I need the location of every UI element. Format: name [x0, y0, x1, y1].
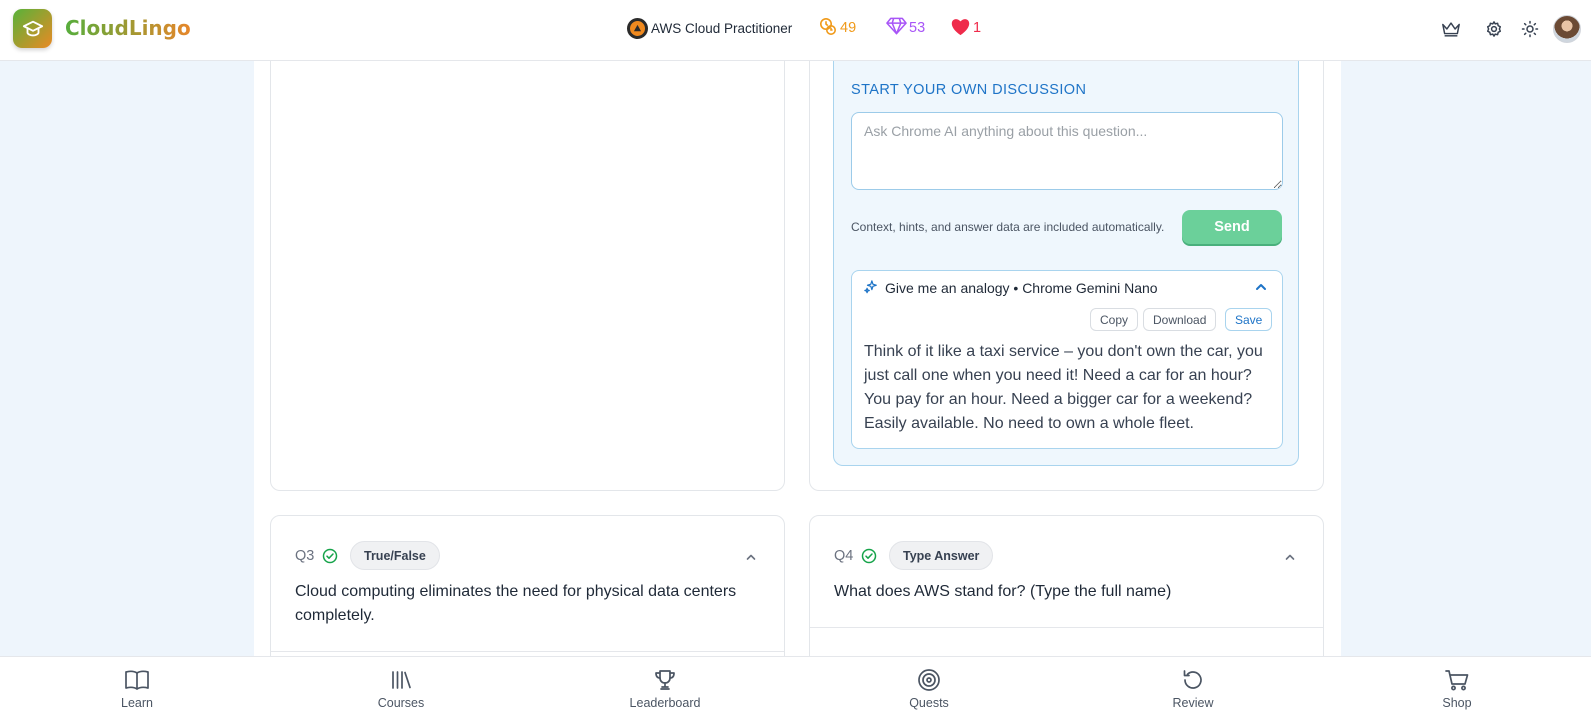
ai-answer-text: Think of it like a taxi service – you do…	[864, 343, 1263, 432]
bottom-navigation: Learn Courses Leaderboard Quests Review …	[0, 656, 1591, 719]
nav-quests[interactable]: Quests	[864, 657, 994, 719]
library-icon	[390, 668, 412, 692]
gems-counter[interactable]: 53	[886, 17, 925, 39]
ai-answer-heading: Give me an analogy • Chrome Gemini Nano	[885, 280, 1158, 296]
question-type-badge: True/False	[350, 541, 440, 570]
discussion-title: START YOUR OWN DISCUSSION	[851, 82, 1087, 98]
nav-shop[interactable]: Shop	[1392, 657, 1522, 719]
nav-label: Review	[1172, 696, 1214, 710]
chevron-up-icon[interactable]	[1254, 280, 1268, 294]
card-divider	[271, 651, 784, 652]
sun-theme-icon[interactable]	[1519, 18, 1540, 39]
gems-value: 53	[909, 20, 926, 36]
user-avatar[interactable]	[1553, 15, 1581, 43]
nav-label: Quests	[909, 696, 949, 710]
sparkles-icon	[864, 279, 878, 297]
nav-learn[interactable]: Learn	[72, 657, 202, 719]
check-circle-icon	[322, 548, 338, 569]
send-button[interactable]: Send	[1182, 210, 1282, 244]
question-number: Q4	[834, 548, 854, 564]
context-hint: Context, hints, and answer data are incl…	[851, 220, 1165, 234]
question-number: Q3	[295, 548, 315, 564]
nav-review[interactable]: Review	[1128, 657, 1258, 719]
question-card-left	[270, 40, 785, 491]
hearts-value: 1	[973, 20, 982, 36]
nav-courses[interactable]: Courses	[336, 657, 466, 719]
trophy-icon	[653, 668, 677, 692]
card-divider	[810, 627, 1323, 628]
course-badge-icon	[627, 17, 648, 39]
target-icon	[917, 668, 941, 692]
download-button[interactable]: Download	[1143, 308, 1217, 331]
gem-icon	[886, 16, 907, 40]
streak-counter[interactable]: 49	[818, 17, 856, 39]
streak-icon	[818, 16, 838, 40]
history-icon	[1181, 668, 1205, 692]
settings-gear-icon[interactable]	[1483, 18, 1504, 39]
book-icon	[124, 668, 150, 692]
crown-icon[interactable]	[1440, 18, 1461, 39]
question-text: What does AWS stand for? (Type the full …	[834, 583, 1172, 600]
cart-icon	[1444, 668, 1470, 692]
chevron-up-icon[interactable]	[1284, 550, 1296, 568]
copy-button[interactable]: Copy	[1090, 308, 1139, 331]
course-selector[interactable]: AWS Cloud Practitioner	[627, 17, 792, 39]
top-bar: CloudLingo AWS Cloud Practitioner 49 53	[0, 0, 1591, 61]
course-name: AWS Cloud Practitioner	[651, 20, 793, 36]
chevron-up-icon[interactable]	[745, 550, 757, 568]
nav-label: Learn	[121, 696, 153, 710]
nav-leaderboard[interactable]: Leaderboard	[600, 657, 730, 719]
logo-graduation-cap-icon[interactable]	[13, 9, 52, 48]
check-circle-icon	[861, 548, 877, 569]
save-button[interactable]: Save	[1225, 308, 1273, 331]
heart-icon	[950, 17, 971, 40]
nav-label: Leaderboard	[629, 696, 701, 710]
question-text: Cloud computing eliminates the need for …	[295, 583, 737, 624]
hearts-counter[interactable]: 1	[950, 17, 981, 39]
nav-label: Shop	[1442, 696, 1472, 710]
streak-value: 49	[840, 20, 857, 36]
brand-name[interactable]: CloudLingo	[65, 16, 191, 40]
question-type-badge: Type Answer	[889, 541, 994, 570]
ask-ai-input[interactable]	[851, 112, 1283, 190]
ai-answer-header[interactable]: Give me an analogy • Chrome Gemini Nano	[864, 279, 1158, 297]
nav-label: Courses	[377, 696, 425, 710]
